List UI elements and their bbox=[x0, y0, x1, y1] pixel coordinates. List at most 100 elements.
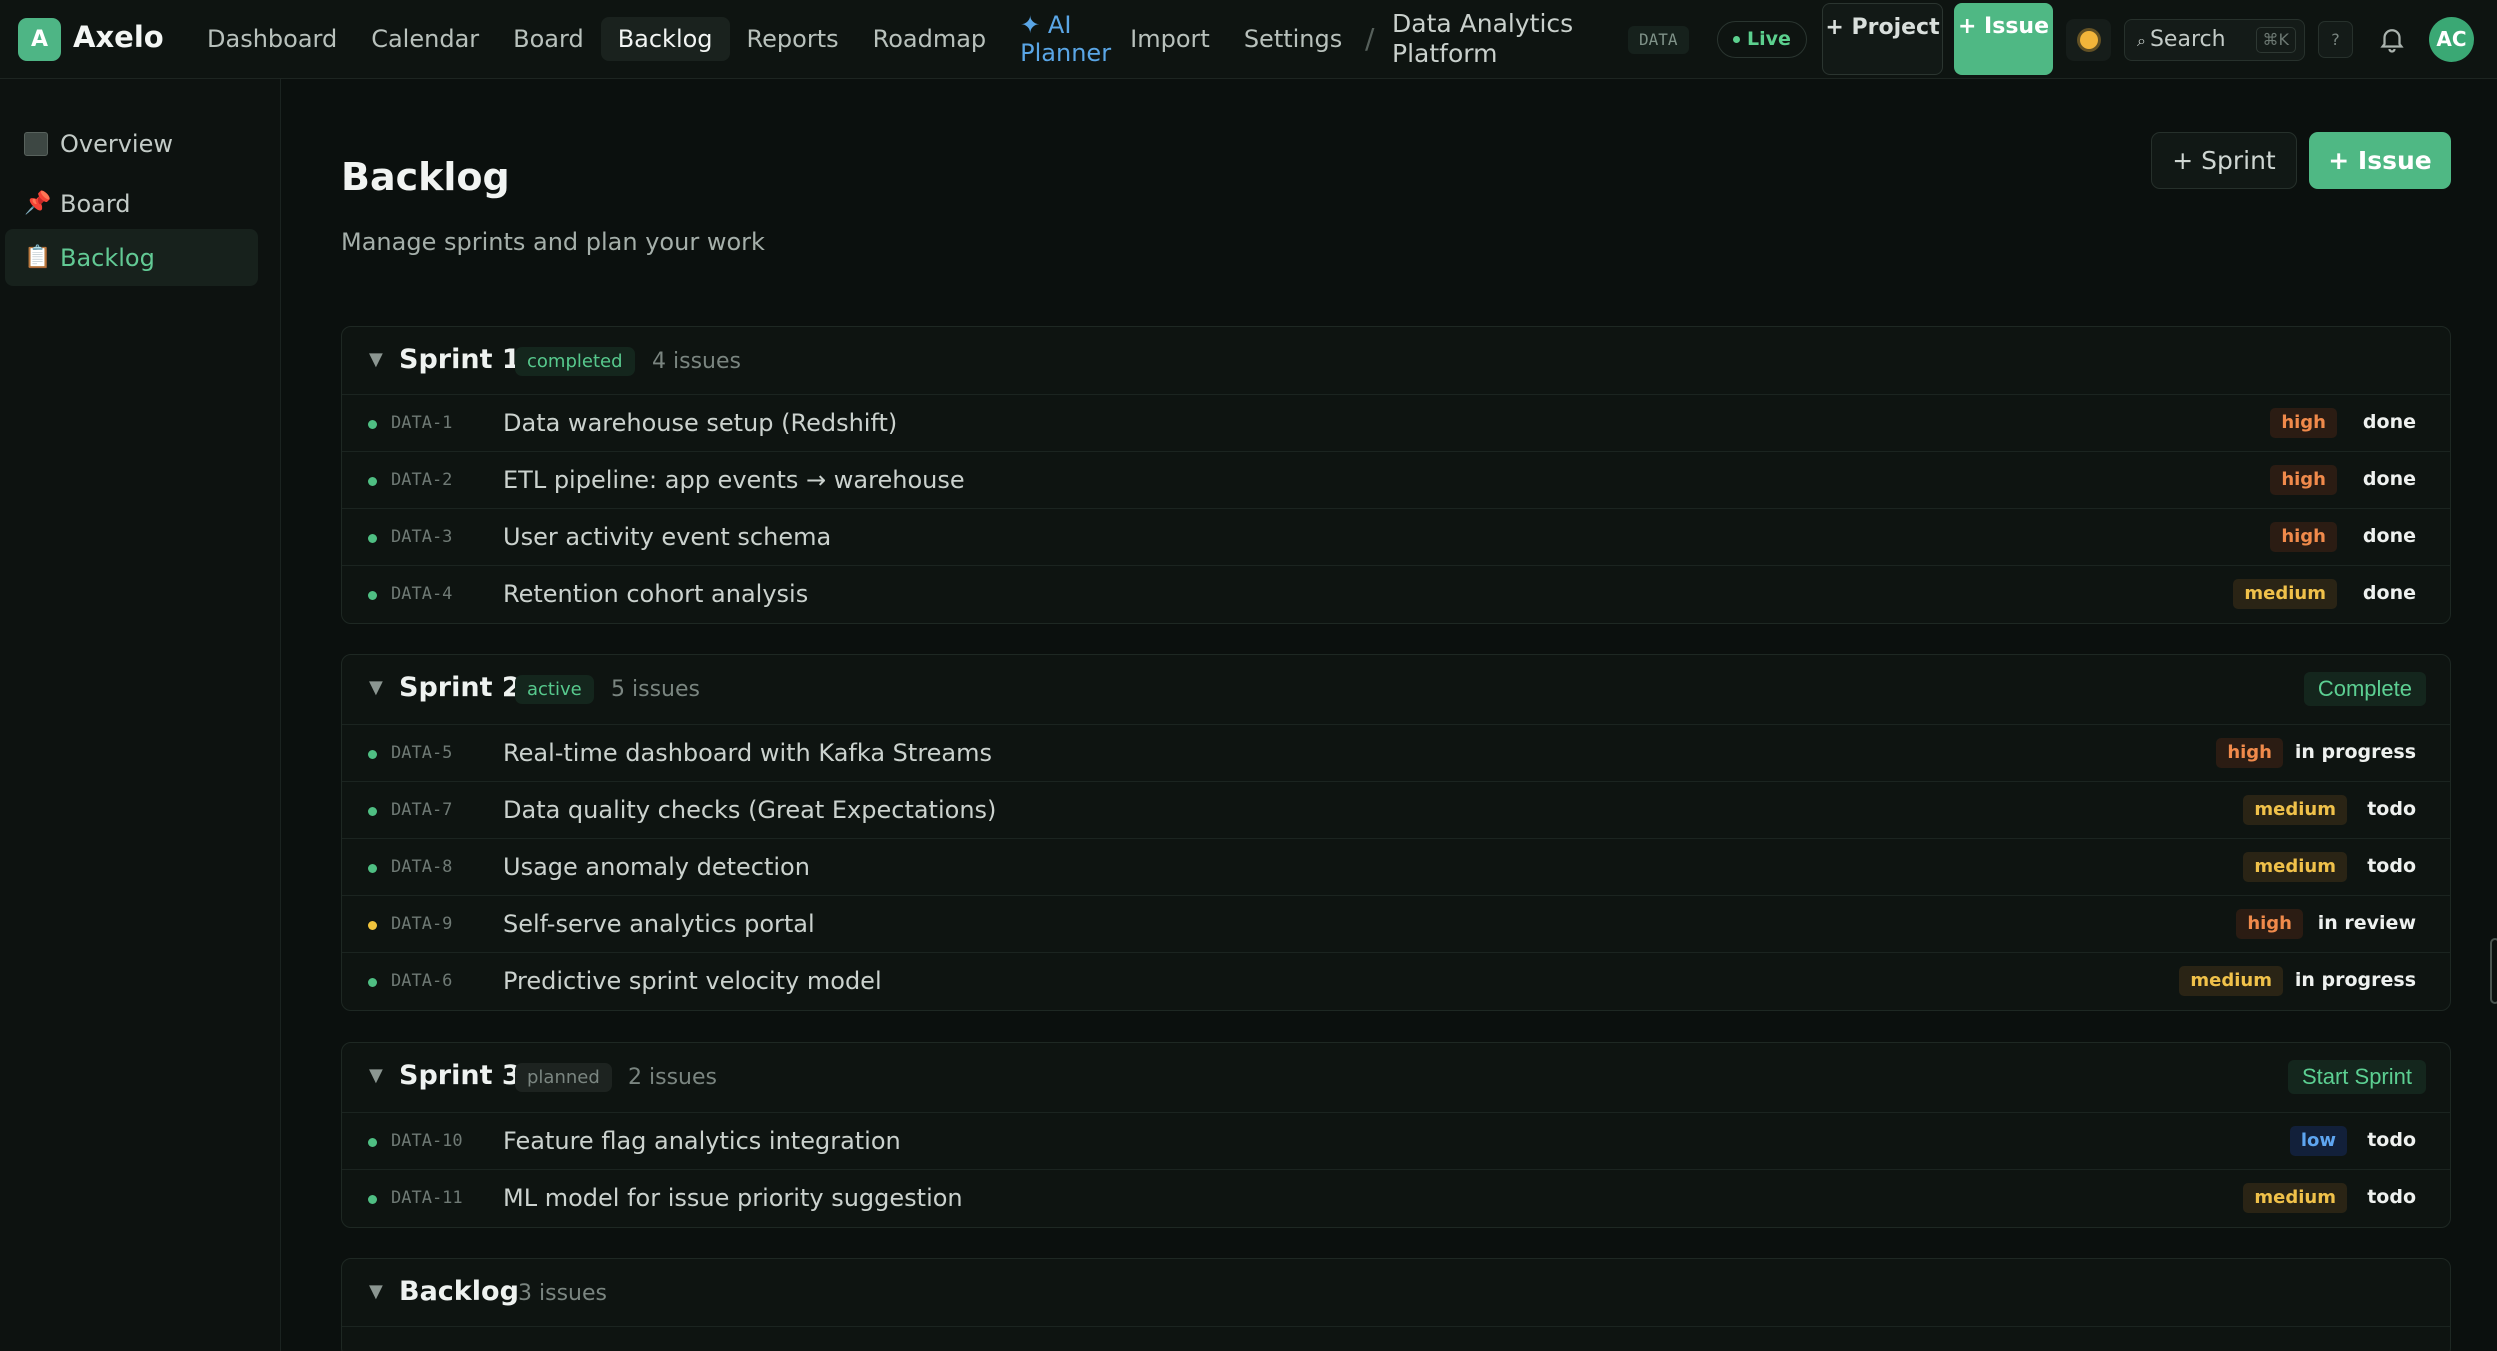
issue-row[interactable]: DATA-3 User activity event schema high d… bbox=[342, 509, 2450, 566]
help-button[interactable]: ? bbox=[2318, 21, 2353, 58]
nav-backlog[interactable]: Backlog bbox=[600, 17, 730, 61]
issue-row[interactable]: DATA-2 ETL pipeline: app events → wareho… bbox=[342, 452, 2450, 509]
sprint-status-badge: active bbox=[515, 675, 594, 704]
notification-bell-icon[interactable] bbox=[2377, 24, 2407, 54]
sprint-status-badge: completed bbox=[515, 347, 635, 376]
collapse-caret-icon[interactable]: ▼ bbox=[369, 1065, 383, 1086]
search-label: Search bbox=[2149, 27, 2226, 52]
issue-title[interactable]: Usage anomaly detection bbox=[503, 853, 810, 881]
sun-icon bbox=[2079, 31, 2098, 49]
sprint-section: ▼ Sprint 2 active 5 issues Complete DATA… bbox=[341, 654, 2451, 1011]
issue-title[interactable]: User activity event schema bbox=[503, 523, 831, 551]
issue-row[interactable]: DATA-5 Real-time dashboard with Kafka St… bbox=[342, 725, 2450, 782]
user-avatar[interactable]: AC bbox=[2429, 17, 2474, 62]
nav-board[interactable]: Board bbox=[496, 17, 601, 61]
live-status-badge: Live bbox=[1717, 21, 1807, 58]
nav-reports[interactable]: Reports bbox=[730, 17, 856, 61]
sprint-section: ▼ Sprint 3 planned 2 issues Start Sprint… bbox=[341, 1042, 2451, 1228]
collapse-caret-icon[interactable]: ▼ bbox=[369, 1281, 383, 1302]
issue-status: in progress bbox=[2294, 969, 2416, 991]
complete-sprint-button[interactable]: Complete bbox=[2303, 672, 2426, 706]
sprint-issue-count: 4 issues bbox=[652, 349, 741, 374]
sprint-name: Sprint 3 bbox=[399, 1060, 521, 1091]
issue-row[interactable]: DATA-4 Retention cohort analysis medium … bbox=[342, 566, 2450, 623]
page-subtitle: Manage sprints and plan your work bbox=[341, 228, 765, 256]
sprint-issue-count: 3 issues bbox=[518, 1281, 607, 1306]
issue-key: DATA-8 bbox=[391, 857, 453, 877]
project-key-badge: DATA bbox=[1628, 26, 1689, 54]
sidebar-item-board[interactable]: 📌 Board bbox=[5, 175, 258, 232]
app-name[interactable]: Axelo bbox=[73, 20, 164, 54]
app-logo[interactable]: A bbox=[18, 18, 61, 61]
main-nav: Dashboard Calendar Board Backlog Reports… bbox=[190, 11, 1359, 67]
issue-key: DATA-5 bbox=[391, 743, 453, 763]
issue-status-dot bbox=[368, 864, 377, 873]
theme-toggle-button[interactable] bbox=[2066, 19, 2111, 61]
search-button[interactable]: ⌕ Search ⌘K bbox=[2124, 19, 2305, 61]
issue-status: todo bbox=[2367, 1129, 2416, 1151]
search-icon: ⌕ bbox=[2137, 31, 2146, 50]
sprint-header[interactable]: ▼ Sprint 2 active 5 issues Complete bbox=[342, 655, 2450, 725]
nav-settings[interactable]: Settings bbox=[1227, 17, 1359, 61]
nav-roadmap[interactable]: Roadmap bbox=[856, 17, 1004, 61]
issue-title[interactable]: Self-serve analytics portal bbox=[503, 910, 815, 938]
issue-title[interactable]: ETL pipeline: app events → warehouse bbox=[503, 466, 965, 494]
issue-priority-badge: medium bbox=[2243, 1183, 2347, 1213]
issue-key: DATA-3 bbox=[391, 527, 453, 547]
issue-row[interactable]: DATA-1 Data warehouse setup (Redshift) h… bbox=[342, 395, 2450, 452]
issue-priority-badge: medium bbox=[2179, 966, 2283, 996]
sidebar: Overview 📌 Board 📋 Backlog bbox=[0, 79, 281, 1351]
nav-dashboard[interactable]: Dashboard bbox=[190, 17, 354, 61]
issue-title[interactable]: Real-time dashboard with Kafka Streams bbox=[503, 739, 992, 767]
nav-ai-planner[interactable]: ✦ AI Planner bbox=[1003, 11, 1113, 67]
issue-title[interactable]: ML model for issue priority suggestion bbox=[503, 1184, 963, 1212]
issue-status: in review bbox=[2317, 912, 2416, 934]
sprint-header[interactable]: ▼ Sprint 3 planned 2 issues Start Sprint bbox=[342, 1043, 2450, 1113]
scrollbar-handle[interactable] bbox=[2490, 938, 2497, 1004]
issue-priority-badge: medium bbox=[2233, 579, 2337, 609]
sidebar-item-backlog[interactable]: 📋 Backlog bbox=[5, 229, 258, 286]
issue-row[interactable]: DATA-9 Self-serve analytics portal high … bbox=[342, 896, 2450, 953]
issue-title[interactable]: Data warehouse setup (Redshift) bbox=[503, 409, 897, 437]
issue-key: DATA-10 bbox=[391, 1131, 463, 1151]
issue-row[interactable]: DATA-8 Usage anomaly detection medium to… bbox=[342, 839, 2450, 896]
nav-import[interactable]: Import bbox=[1113, 17, 1227, 61]
issue-priority-badge: high bbox=[2270, 408, 2337, 438]
issue-key: DATA-11 bbox=[391, 1188, 463, 1208]
start-sprint-button[interactable]: Start Sprint bbox=[2287, 1060, 2426, 1094]
issue-title[interactable]: Retention cohort analysis bbox=[503, 580, 808, 608]
issue-row[interactable]: DATA-7 Data quality checks (Great Expect… bbox=[342, 782, 2450, 839]
issue-status-dot bbox=[368, 477, 377, 486]
sprint-header[interactable]: ▼ Backlog 3 issues bbox=[342, 1259, 2450, 1327]
page-title: Backlog bbox=[341, 155, 510, 199]
issue-title[interactable]: Predictive sprint velocity model bbox=[503, 967, 882, 995]
search-shortcut: ⌘K bbox=[2255, 27, 2296, 53]
issue-row[interactable]: DATA-10 Feature flag analytics integrati… bbox=[342, 1113, 2450, 1170]
new-project-button[interactable]: + Project bbox=[1822, 3, 1943, 75]
issue-status-dot bbox=[368, 420, 377, 429]
nav-calendar[interactable]: Calendar bbox=[354, 17, 496, 61]
issue-status: todo bbox=[2367, 798, 2416, 820]
issue-status-dot bbox=[368, 807, 377, 816]
issue-key: DATA-9 bbox=[391, 914, 453, 934]
issue-row[interactable]: DATA-11 ML model for issue priority sugg… bbox=[342, 1170, 2450, 1227]
issue-row[interactable]: DATA-6 Predictive sprint velocity model … bbox=[342, 953, 2450, 1010]
sidebar-item-overview[interactable]: Overview bbox=[5, 115, 258, 172]
issue-status: in progress bbox=[2294, 741, 2416, 763]
issue-status-dot bbox=[368, 978, 377, 987]
collapse-caret-icon[interactable]: ▼ bbox=[369, 677, 383, 698]
issue-priority-badge: high bbox=[2236, 909, 2303, 939]
issue-status-dot bbox=[368, 1195, 377, 1204]
overview-square-icon bbox=[24, 131, 48, 156]
issue-title[interactable]: Data quality checks (Great Expectations) bbox=[503, 796, 996, 824]
breadcrumb-project[interactable]: Data Analytics Platform bbox=[1392, 9, 1592, 69]
add-issue-button[interactable]: + Issue bbox=[2309, 132, 2451, 189]
sprint-name: Backlog bbox=[399, 1276, 519, 1307]
sprint-header[interactable]: ▼ Sprint 1 completed 4 issues bbox=[342, 327, 2450, 395]
issue-title[interactable]: Feature flag analytics integration bbox=[503, 1127, 901, 1155]
new-issue-header-button[interactable]: + Issue bbox=[1954, 3, 2053, 75]
issue-priority-badge: low bbox=[2289, 1126, 2347, 1156]
issue-status-dot bbox=[368, 534, 377, 543]
collapse-caret-icon[interactable]: ▼ bbox=[369, 349, 383, 370]
add-sprint-button[interactable]: + Sprint bbox=[2151, 132, 2297, 189]
